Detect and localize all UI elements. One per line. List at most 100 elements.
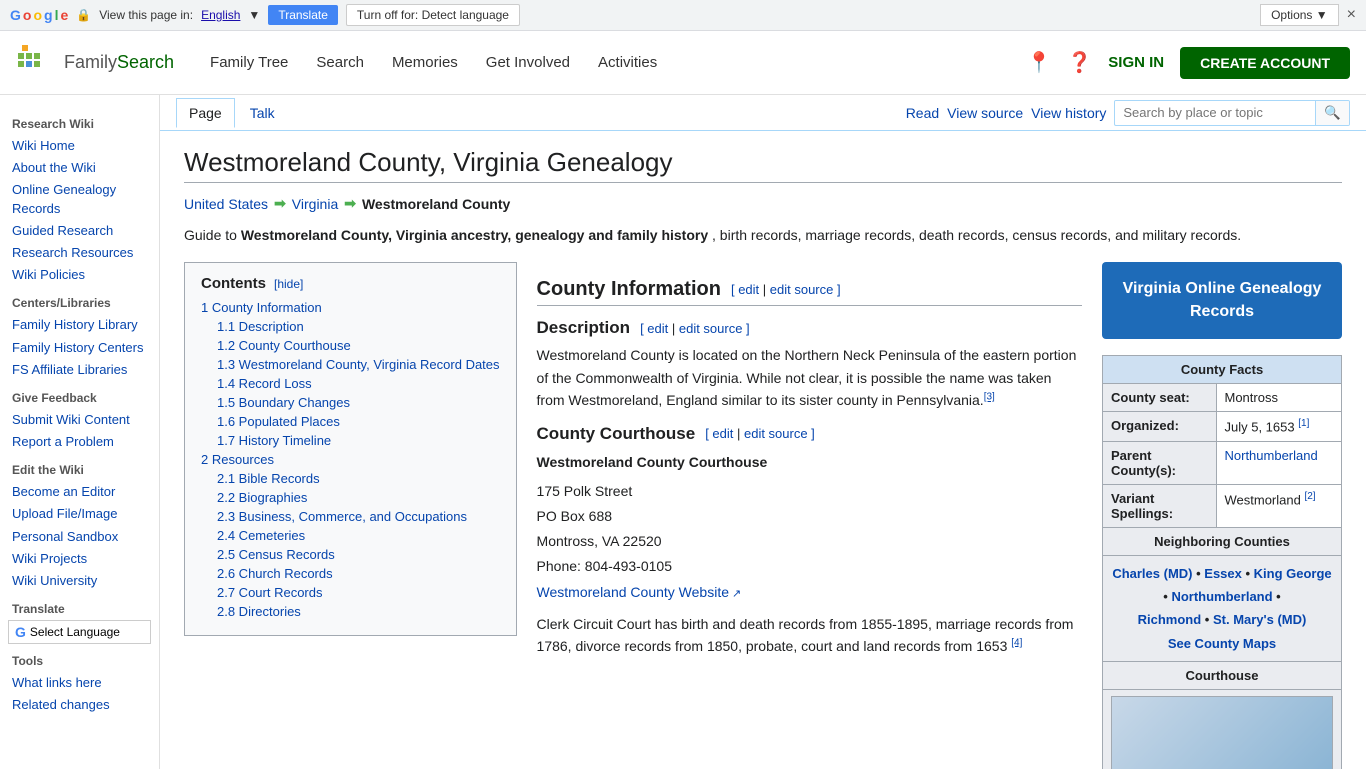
turnoff-button[interactable]: Turn off for: Detect language: [346, 4, 520, 26]
contents-link[interactable]: 1.7 History Timeline: [217, 433, 331, 448]
county-seat-label: County seat:: [1103, 384, 1217, 412]
sidebar-item-wiki-home[interactable]: Wiki Home: [8, 135, 151, 157]
sidebar-item-wiki-policies[interactable]: Wiki Policies: [8, 264, 151, 286]
contents-link[interactable]: 2.7 Court Records: [217, 585, 323, 600]
breadcrumb-current: Westmoreland County: [362, 196, 510, 212]
help-icon[interactable]: ❓: [1067, 50, 1092, 75]
nav-family-tree[interactable]: Family Tree: [198, 50, 300, 75]
tab-page[interactable]: Page: [176, 98, 235, 128]
search-input[interactable]: [1115, 101, 1315, 124]
sidebar-item-what-links-here[interactable]: What links here: [8, 672, 151, 694]
sidebar-item-fs-affiliate[interactable]: FS Affiliate Libraries: [8, 359, 151, 381]
neighbor-essex[interactable]: Essex: [1204, 566, 1242, 581]
description-edit-source-link[interactable]: edit source ]: [679, 321, 750, 336]
logo-area[interactable]: FamilySearch: [16, 43, 174, 83]
county-info-edit-source-link[interactable]: edit source ]: [770, 282, 841, 297]
sidebar-item-about-wiki[interactable]: About the Wiki: [8, 157, 151, 179]
courthouse-ref[interactable]: [4]: [1011, 637, 1022, 648]
language-link[interactable]: English: [201, 8, 240, 22]
contents-link[interactable]: 2.6 Church Records: [217, 566, 333, 581]
sidebar-item-wiki-university[interactable]: Wiki University: [8, 570, 151, 592]
list-item: 1.3 Westmoreland County, Virginia Record…: [217, 357, 500, 372]
list-item: 1.2 County Courthouse: [217, 338, 500, 353]
courthouse-image-cell: [1103, 690, 1342, 769]
contents-link[interactable]: 1.1 Description: [217, 319, 304, 334]
contents-link[interactable]: 2.2 Biographies: [217, 490, 307, 505]
nav-memories[interactable]: Memories: [380, 50, 470, 75]
content-area: Page Talk Read View source View history …: [160, 95, 1366, 769]
breadcrumb-us[interactable]: United States: [184, 196, 268, 212]
options-button[interactable]: Options ▼: [1260, 4, 1339, 26]
contents-link[interactable]: 1 County Information: [201, 300, 322, 315]
contents-link[interactable]: 1.5 Boundary Changes: [217, 395, 350, 410]
centers-libraries-title: Centers/Libraries: [8, 296, 151, 310]
neighbor-king-george[interactable]: King George: [1254, 566, 1332, 581]
nav-activities[interactable]: Activities: [586, 50, 669, 75]
sign-in-button[interactable]: SIGN IN: [1108, 54, 1164, 71]
county-info-edit-link[interactable]: [ edit: [731, 282, 759, 297]
neighbor-st-marys[interactable]: St. Mary's (MD): [1213, 612, 1306, 627]
organized-value: July 5, 1653 [1]: [1216, 412, 1342, 441]
description-edit-link[interactable]: [ edit: [640, 321, 668, 336]
neighbor-charles[interactable]: Charles (MD): [1112, 566, 1192, 581]
courthouse-edit-source-link[interactable]: edit source ]: [744, 426, 815, 441]
sidebar-item-research-resources[interactable]: Research Resources: [8, 242, 151, 264]
sidebar-item-family-history-library[interactable]: Family History Library: [8, 314, 151, 336]
table-row: Parent County(s): Northumberland: [1103, 441, 1342, 484]
va-records-button[interactable]: Virginia Online Genealogy Records: [1102, 262, 1342, 339]
sidebar-item-become-editor[interactable]: Become an Editor: [8, 481, 151, 503]
nav-search[interactable]: Search: [304, 50, 376, 75]
courthouse-website-link[interactable]: Westmoreland County Website: [537, 584, 742, 600]
close-bar-button[interactable]: ×: [1347, 6, 1356, 24]
sidebar-item-online-records[interactable]: Online Genealogy Records: [8, 179, 151, 219]
list-item: 1.7 History Timeline: [217, 433, 500, 448]
parent-county-label: Parent County(s):: [1103, 441, 1217, 484]
see-county-maps-link[interactable]: See County Maps: [1168, 636, 1276, 651]
contents-link[interactable]: 1.4 Record Loss: [217, 376, 312, 391]
breadcrumb-arrow-2: ➡: [344, 195, 356, 212]
neighbor-richmond[interactable]: Richmond: [1138, 612, 1202, 627]
sidebar-item-wiki-projects[interactable]: Wiki Projects: [8, 548, 151, 570]
breadcrumb-state[interactable]: Virginia: [292, 196, 338, 212]
right-column: Virginia Online Genealogy Records County…: [1102, 262, 1342, 769]
contents-link[interactable]: 1.6 Populated Places: [217, 414, 340, 429]
location-icon[interactable]: 📍: [1026, 50, 1051, 75]
variant-ref[interactable]: [2]: [1304, 491, 1315, 502]
parent-county-link[interactable]: Northumberland: [1225, 448, 1318, 463]
sidebar-item-related-changes[interactable]: Related changes: [8, 694, 151, 716]
tab-view-history-link[interactable]: View history: [1031, 105, 1106, 121]
translate-button[interactable]: Translate: [268, 5, 338, 25]
description-ref[interactable]: [3]: [984, 392, 995, 403]
organized-ref[interactable]: [1]: [1298, 418, 1309, 429]
contents-hide-button[interactable]: [hide]: [274, 277, 303, 291]
contents-link[interactable]: 2 Resources: [201, 452, 274, 467]
neighbor-northumberland[interactable]: Northumberland: [1171, 589, 1272, 604]
search-button[interactable]: 🔍: [1315, 101, 1349, 125]
sidebar-item-report-problem[interactable]: Report a Problem: [8, 431, 151, 453]
contents-link[interactable]: 2.5 Census Records: [217, 547, 335, 562]
sidebar-item-upload-file[interactable]: Upload File/Image: [8, 503, 151, 525]
sidebar-item-submit-wiki[interactable]: Submit Wiki Content: [8, 409, 151, 431]
tab-talk[interactable]: Talk: [237, 98, 288, 128]
contents-link[interactable]: 2.1 Bible Records: [217, 471, 320, 486]
sidebar-item-family-history-centers[interactable]: Family History Centers: [8, 337, 151, 359]
list-item: 1.6 Populated Places: [217, 414, 500, 429]
google-logo: Google: [10, 7, 68, 23]
sidebar-item-personal-sandbox[interactable]: Personal Sandbox: [8, 526, 151, 548]
contents-link[interactable]: 2.8 Directories: [217, 604, 301, 619]
create-account-button[interactable]: CREATE ACCOUNT: [1180, 47, 1350, 79]
nav-get-involved[interactable]: Get Involved: [474, 50, 582, 75]
sidebar-item-guided-research[interactable]: Guided Research: [8, 220, 151, 242]
contents-link[interactable]: 2.3 Business, Commerce, and Occupations: [217, 509, 467, 524]
courthouse-box-heading: Courthouse: [1103, 662, 1342, 690]
courthouse-edit-link[interactable]: [ edit: [705, 426, 733, 441]
tab-view-source-link[interactable]: View source: [947, 105, 1023, 121]
contents-link[interactable]: 1.3 Westmoreland County, Virginia Record…: [217, 357, 500, 372]
select-language-button[interactable]: G Select Language: [8, 620, 151, 644]
list-item: 2.2 Biographies: [217, 490, 500, 505]
tab-read-link[interactable]: Read: [906, 105, 939, 121]
contents-link[interactable]: 1.2 County Courthouse: [217, 338, 351, 353]
description-heading: Description [ edit | edit source ]: [537, 318, 1082, 338]
contents-link[interactable]: 2.4 Cemeteries: [217, 528, 305, 543]
list-item: 2.7 Court Records: [217, 585, 500, 600]
